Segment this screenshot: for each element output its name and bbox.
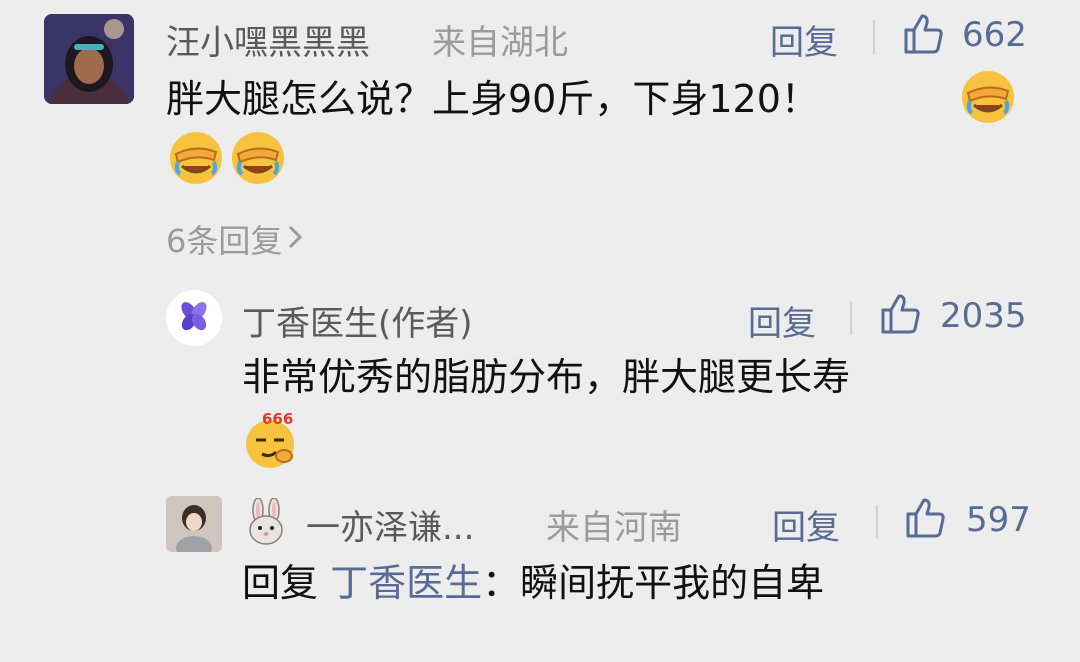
- facepalm-emoji: [168, 130, 224, 186]
- thumbs-up-icon[interactable]: [902, 12, 946, 56]
- reply-text: 非常优秀的脂肪分布，胖大腿更长寿: [242, 355, 851, 399]
- avatar[interactable]: [166, 290, 222, 346]
- reply-author-name[interactable]: 丁香医生(作者): [242, 296, 473, 345]
- reply-location: 来自河南: [546, 508, 682, 548]
- reply-to-user-link[interactable]: 丁香医生: [330, 561, 482, 605]
- like-count: 662: [962, 15, 1027, 55]
- divider: [873, 20, 875, 54]
- smirk-666-emoji: 666: [240, 408, 304, 470]
- facepalm-emoji: [230, 130, 286, 186]
- like-count: 597: [966, 500, 1031, 540]
- reply-text: ：瞬间抚平我的自卑: [482, 561, 825, 605]
- like-count: 2035: [940, 296, 1027, 336]
- thumbs-up-icon[interactable]: [904, 496, 948, 540]
- comment-text: 胖大腿怎么说？上身90斤，下身120！: [166, 77, 819, 121]
- reply-button[interactable]: 回复: [770, 15, 838, 64]
- chevron-right-icon: [286, 222, 304, 256]
- emoji-badge-text: 666: [262, 410, 293, 428]
- facepalm-emoji: [960, 69, 1016, 125]
- reply-text-line: 回复 丁香医生：瞬间抚平我的自卑: [242, 564, 824, 602]
- reply-prefix: 回复: [242, 561, 319, 605]
- more-replies-link[interactable]: 6条回复: [166, 216, 304, 262]
- divider: [876, 505, 878, 539]
- avatar[interactable]: [44, 14, 134, 104]
- thumbs-up-icon[interactable]: [879, 292, 923, 336]
- reply-author-name[interactable]: 一亦泽谦...: [306, 500, 474, 549]
- reply-button[interactable]: 回复: [748, 296, 816, 345]
- rabbit-emoji: [244, 497, 288, 546]
- avatar[interactable]: [166, 496, 222, 552]
- reply-button[interactable]: 回复: [772, 500, 840, 549]
- comment-location: 来自湖北: [432, 23, 568, 63]
- divider: [850, 301, 852, 335]
- more-replies-label: 6条回复: [166, 222, 283, 260]
- comment-author-name[interactable]: 汪小嘿黑黑黑: [166, 15, 370, 64]
- clove-logo-icon: [177, 299, 211, 337]
